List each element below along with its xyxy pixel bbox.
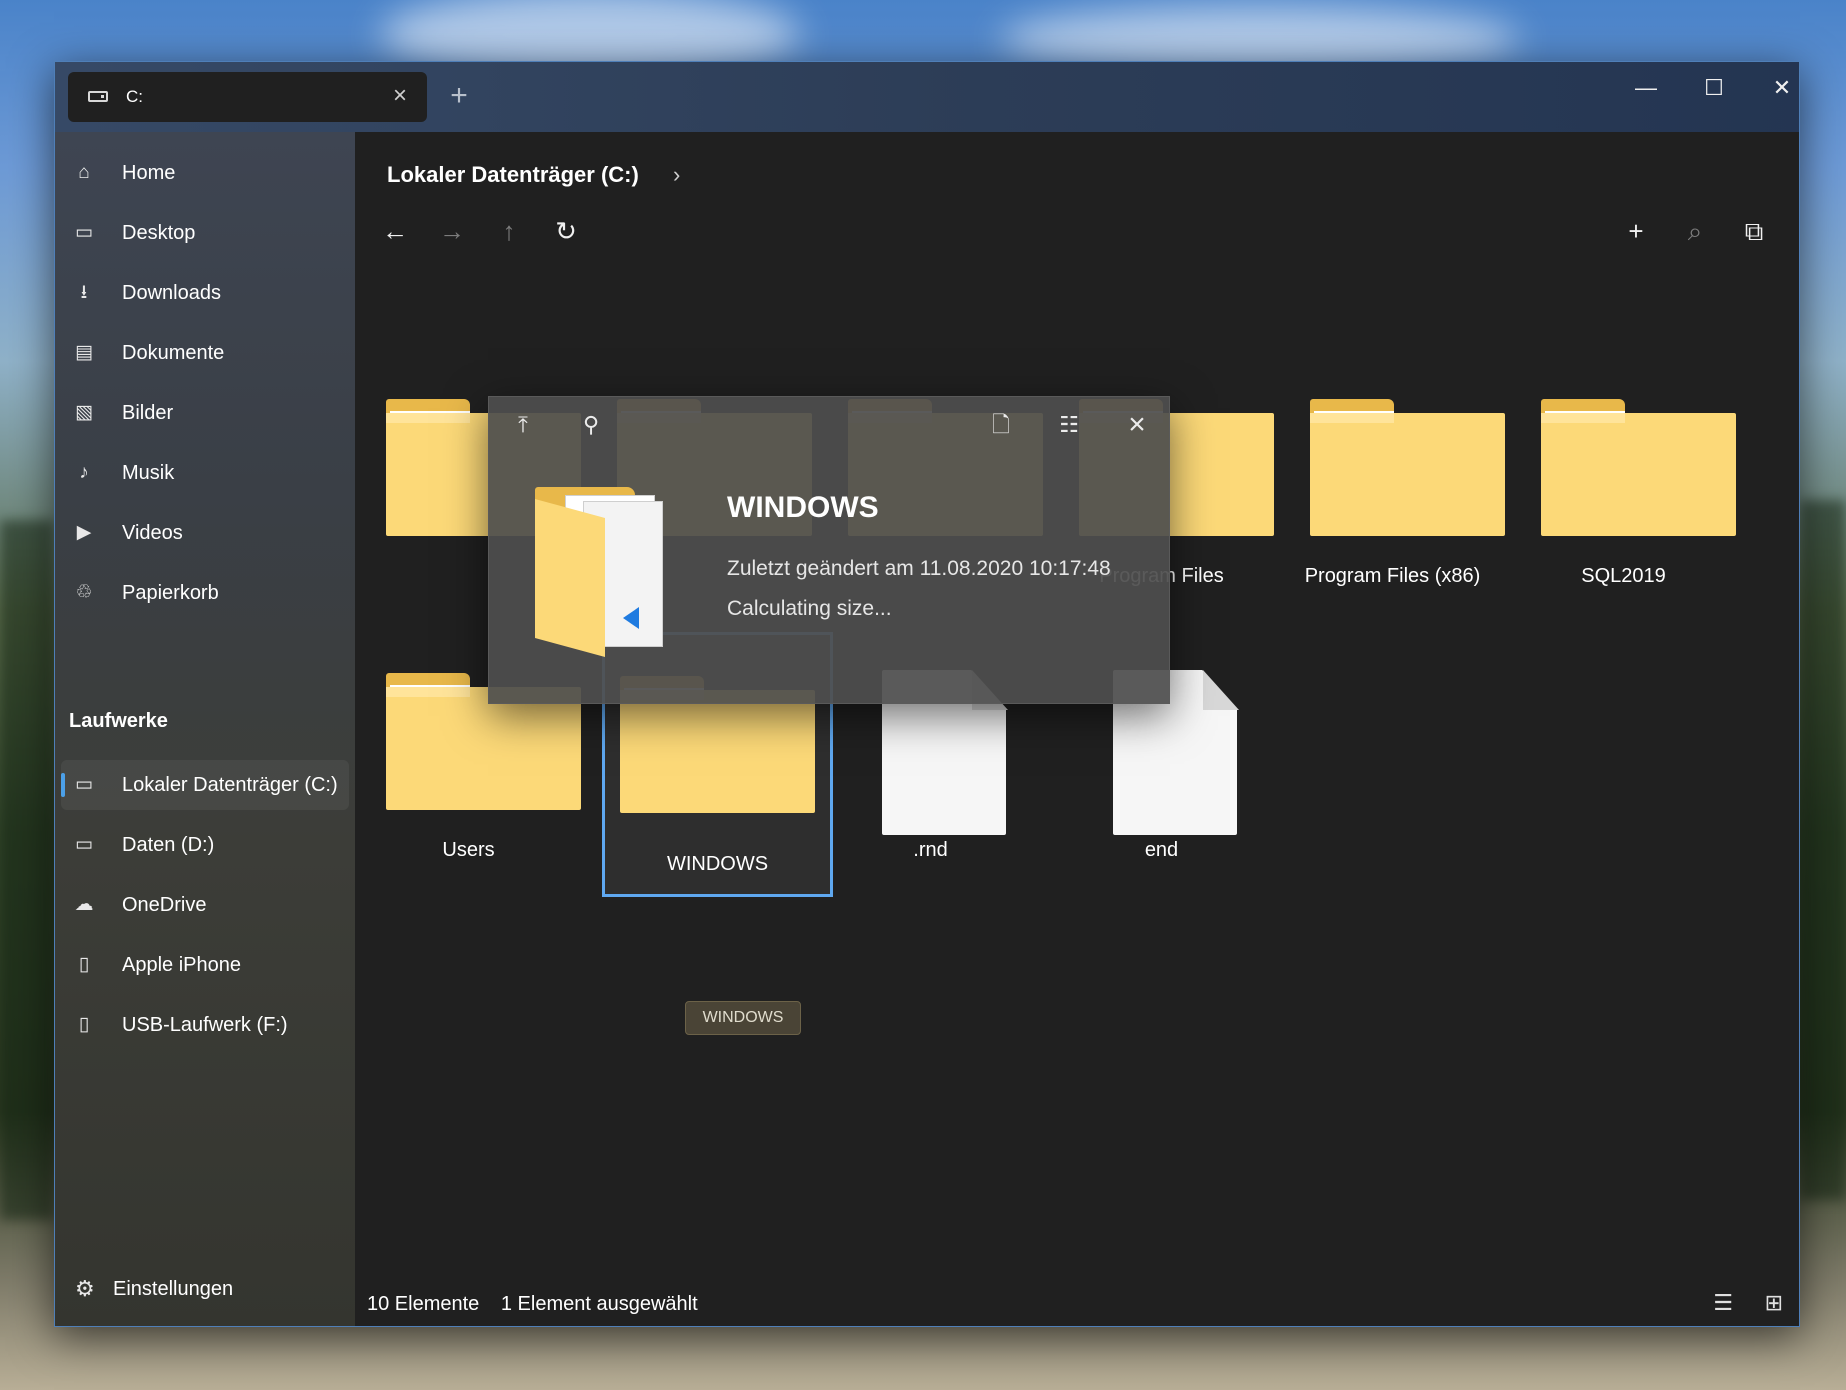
sidebar-item-desktop[interactable]: ▭ Desktop <box>61 208 349 258</box>
sidebar-item-label: Musik <box>122 462 175 484</box>
wallpaper-forest <box>1800 500 1846 1200</box>
preview-popup: ⤒ ⚲ 🗋 ☷ × WINDOWS Zuletzt geändert am 11… <box>488 396 1170 704</box>
minimize-button[interactable]: — <box>1612 68 1680 108</box>
main-content: Lokaler Datenträger (C:) › ← → ↑ ↻ + ⌕ ⧉… <box>355 132 1799 1326</box>
drive-icon: ▭ <box>75 774 93 795</box>
new-item-button[interactable]: + <box>1614 209 1658 253</box>
sidebar-item-label: Videos <box>122 522 183 544</box>
sidebar-item-label: OneDrive <box>122 894 207 916</box>
sidebar-item-label: Daten (D:) <box>122 834 215 856</box>
recycle-bin-icon: ♲ <box>75 582 93 603</box>
sidebar-item-label: Bilder <box>122 402 174 424</box>
item-label: WINDOWS <box>666 853 769 875</box>
preview-size: Calculating size... <box>727 597 892 620</box>
breadcrumb-chevron-icon[interactable]: › <box>673 162 680 188</box>
wallpaper-forest <box>0 520 54 1220</box>
folder-icon <box>1541 399 1736 536</box>
tab-label: C: <box>126 87 143 106</box>
cloud-icon: ☁ <box>74 894 94 915</box>
sidebar-item-home[interactable]: ⌂ Home <box>61 148 349 198</box>
tooltip: WINDOWS <box>685 1001 801 1035</box>
gear-icon: ⚙ <box>75 1276 95 1301</box>
file-fold-icon <box>1203 670 1239 710</box>
usb-icon: ▯ <box>78 1014 90 1035</box>
close-icon[interactable]: × <box>1117 405 1157 445</box>
back-button[interactable]: ← <box>373 209 417 253</box>
item-label: SQL2019 <box>1581 565 1666 587</box>
multi-select-button[interactable]: ⧉ <box>1732 209 1776 253</box>
sidebar-item-musik[interactable]: ♪ Musik <box>61 448 349 498</box>
sidebar-item-usb-drive[interactable]: ▯ USB-Laufwerk (F:) <box>61 1000 349 1050</box>
sidebar-item-dokumente[interactable]: ▤ Dokumente <box>61 328 349 378</box>
maximize-button[interactable]: ☐ <box>1680 68 1748 108</box>
item-label: end <box>1144 839 1179 861</box>
phone-icon: ▯ <box>78 954 90 975</box>
folder-icon <box>1310 399 1505 536</box>
up-button[interactable]: ↑ <box>487 209 531 253</box>
properties-icon[interactable]: ☷ <box>1049 405 1089 445</box>
details-view-icon[interactable]: ☰ <box>1713 1290 1733 1316</box>
tab-c-drive[interactable]: C: × <box>68 72 427 122</box>
item-label: .rnd <box>913 839 948 861</box>
preview-modified: Zuletzt geändert am 11.08.2020 10:17:48 <box>727 557 1111 580</box>
sidebar-item-onedrive[interactable]: ☁ OneDrive <box>61 880 349 930</box>
selection-count: 1 Element ausgewählt <box>500 1293 698 1315</box>
forward-button[interactable]: → <box>430 209 474 253</box>
breadcrumb[interactable]: Lokaler Datenträger (C:) <box>387 162 639 188</box>
settings-button[interactable]: ⚙ Einstellungen <box>69 1266 339 1310</box>
desktop-icon: ▭ <box>75 222 93 243</box>
pin-top-icon[interactable]: ⤒ <box>503 405 543 445</box>
music-icon: ♪ <box>79 462 89 483</box>
more-options-button[interactable]: ⋯ <box>1791 209 1799 253</box>
item-label: Program Files (x86) <box>1304 565 1481 587</box>
tiles-view-icon[interactable]: ⊞ <box>1765 1290 1783 1316</box>
file-explorer-window: C: × + — ☐ ✕ ⌂ Home ▭ Desktop ⭳ Download… <box>54 61 1800 1327</box>
sidebar-item-label: Dokumente <box>122 342 225 364</box>
open-file-icon[interactable]: 🗋 <box>981 405 1021 445</box>
settings-label: Einstellungen <box>113 1278 234 1300</box>
folder-item-program-files-x86[interactable]: Program Files (x86) <box>1295 358 1505 598</box>
title-bar: C: × + — ☐ ✕ <box>55 62 1799 132</box>
image-icon: ▧ <box>75 402 93 423</box>
search-button[interactable]: ⌕ <box>1673 209 1717 253</box>
drive-icon <box>88 91 108 102</box>
sidebar-item-apple-iphone[interactable]: ▯ Apple iPhone <box>61 940 349 990</box>
status-bar: 10 Elemente 1 Element ausgewählt <box>367 1293 714 1316</box>
sidebar-item-bilder[interactable]: ▧ Bilder <box>61 388 349 438</box>
preview-title: WINDOWS <box>727 491 879 524</box>
sidebar-item-label: Lokaler Datenträger (C:) <box>122 774 338 796</box>
sidebar-item-papierkorb[interactable]: ♲ Papierkorb <box>61 568 349 618</box>
sidebar-item-videos[interactable]: ▶ Videos <box>61 508 349 558</box>
pin-icon[interactable]: ⚲ <box>571 405 611 445</box>
sidebar: ⌂ Home ▭ Desktop ⭳ Downloads ▤ Dokumente… <box>55 132 355 1326</box>
document-icon: ▤ <box>75 342 93 363</box>
sidebar-item-drive-c[interactable]: ▭ Lokaler Datenträger (C:) <box>61 760 349 810</box>
sidebar-item-label: Desktop <box>122 222 196 244</box>
sidebar-item-label: Downloads <box>122 282 221 304</box>
refresh-button[interactable]: ↻ <box>544 209 588 253</box>
sidebar-item-drive-d[interactable]: ▭ Daten (D:) <box>61 820 349 870</box>
download-icon: ⭳ <box>80 282 88 303</box>
sidebar-item-label: Home <box>122 162 176 184</box>
sidebar-item-label: USB-Laufwerk (F:) <box>122 1014 288 1036</box>
sidebar-item-label: Papierkorb <box>122 582 219 604</box>
drives-section-title: Laufwerke <box>69 710 168 732</box>
folder-item-sql2019[interactable]: SQL2019 <box>1526 358 1736 598</box>
drive-icon: ▭ <box>75 834 93 855</box>
item-label: Users <box>442 839 495 861</box>
video-icon: ▶ <box>76 522 92 543</box>
item-count: 10 Elemente <box>367 1293 480 1315</box>
new-tab-button[interactable]: + <box>439 76 479 116</box>
sidebar-item-downloads[interactable]: ⭳ Downloads <box>61 268 349 318</box>
home-icon: ⌂ <box>78 162 90 183</box>
close-tab-icon[interactable]: × <box>385 81 415 111</box>
folder-thumbnail <box>535 487 665 657</box>
close-window-button[interactable]: ✕ <box>1748 68 1799 108</box>
sidebar-item-label: Apple iPhone <box>122 954 241 976</box>
